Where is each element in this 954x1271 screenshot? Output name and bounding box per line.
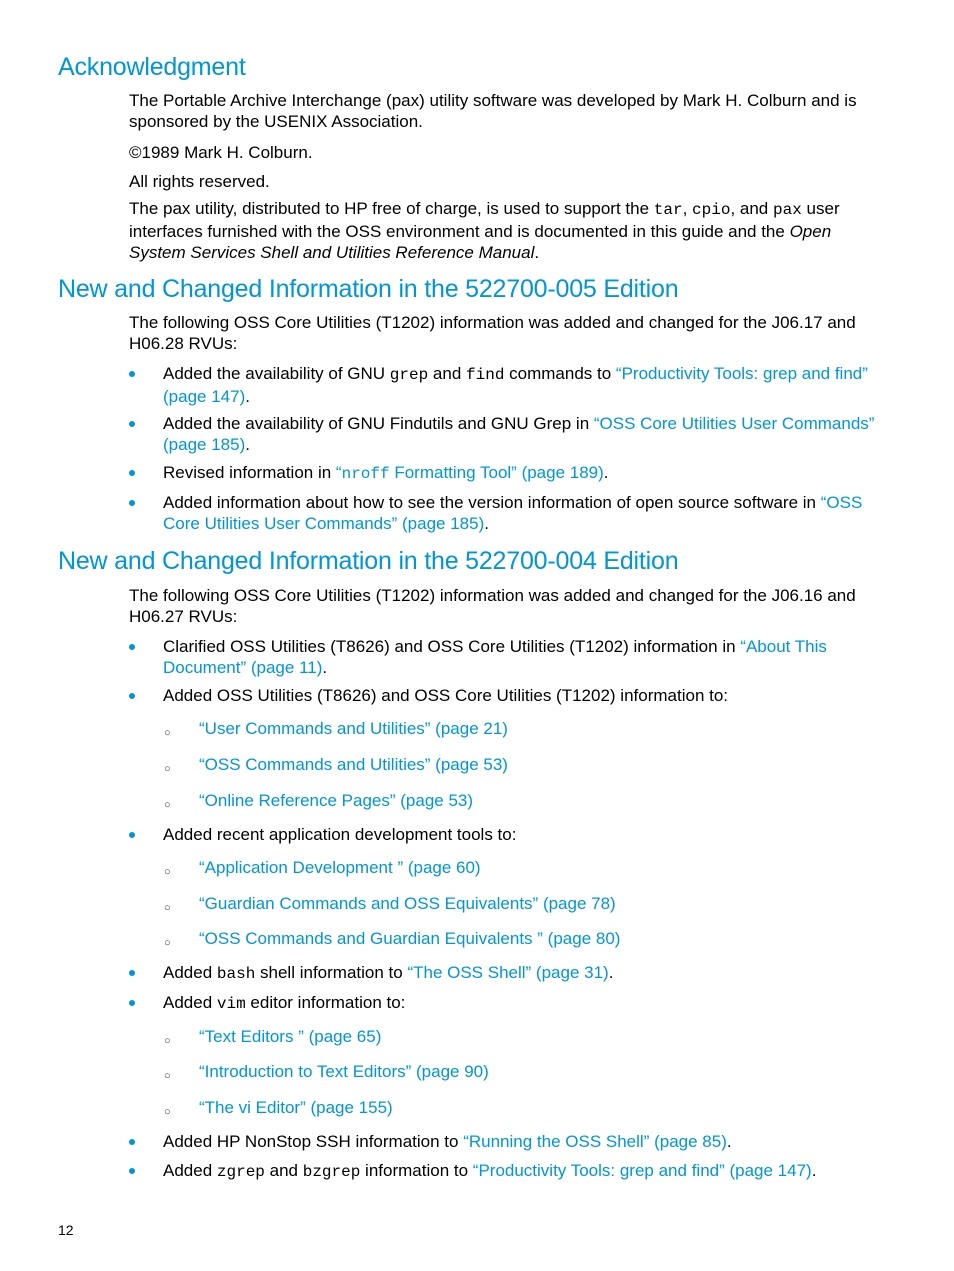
text: , and	[730, 199, 773, 218]
code-bzgrep: bzgrep	[302, 1163, 361, 1181]
heading-edition-004: New and Changed Information in the 52270…	[58, 547, 679, 575]
code-vim: vim	[216, 995, 246, 1013]
code-bash: bash	[216, 965, 256, 983]
ack-paragraph-1: The Portable Archive Interchange (pax) u…	[129, 91, 857, 131]
code-zgrep: zgrep	[216, 1163, 265, 1181]
text: Clarified OSS Utilities (T8626) and OSS …	[163, 637, 741, 656]
text: .	[245, 387, 250, 406]
text: .	[811, 1161, 817, 1180]
code-cpio: cpio	[692, 201, 731, 219]
bullet-icon	[129, 1139, 135, 1145]
ed005-intro: The following OSS Core Utilities (T1202)…	[129, 313, 856, 353]
link-running-oss-shell[interactable]: “Running the OSS Shell” (page 85)	[463, 1132, 727, 1151]
ack-rights: All rights reserved.	[129, 172, 270, 191]
link-text-editors[interactable]: “Text Editors ” (page 65)	[199, 1026, 381, 1047]
code-pax: pax	[773, 201, 802, 219]
text: editor information to:	[245, 993, 406, 1012]
text: Added recent application development too…	[163, 825, 517, 844]
text: information to	[360, 1161, 473, 1180]
page-number: 12	[58, 1222, 74, 1238]
circle-bullet-icon: ○	[164, 866, 171, 878]
bullet-icon	[129, 832, 135, 838]
circle-bullet-icon: ○	[164, 1106, 171, 1118]
circle-bullet-icon: ○	[164, 937, 171, 949]
ack-paragraph-4: The pax utility, distributed to HP free …	[129, 198, 874, 263]
circle-bullet-icon: ○	[164, 902, 171, 914]
link-application-development[interactable]: “Application Development ” (page 60)	[199, 857, 481, 878]
bullet-icon	[129, 421, 135, 427]
link-oss-shell[interactable]: “The OSS Shell” (page 31)	[407, 963, 608, 982]
text: and	[428, 364, 467, 383]
bullet-icon	[129, 693, 135, 699]
link-guardian-commands[interactable]: “Guardian Commands and OSS Equivalents” …	[199, 893, 616, 914]
link-nroff-formatting-tool[interactable]: “nroff Formatting Tool” (page 189)	[336, 463, 604, 483]
text: .	[534, 243, 540, 262]
circle-bullet-icon: ○	[164, 727, 171, 739]
circle-bullet-icon: ○	[164, 1035, 171, 1047]
link-intro-text-editors[interactable]: “Introduction to Text Editors” (page 90)	[199, 1061, 489, 1082]
text: ,	[682, 199, 693, 218]
bullet-icon	[129, 470, 135, 476]
ack-copyright: ©1989 Mark H. Colburn.	[129, 143, 313, 162]
link-oss-commands[interactable]: “OSS Commands and Utilities” (page 53)	[199, 754, 508, 775]
text: Added the availability of GNU Findutils …	[163, 414, 594, 433]
link-productivity-tools[interactable]: “Productivity Tools: grep and find” (pag…	[473, 1161, 812, 1180]
circle-bullet-icon: ○	[164, 763, 171, 775]
bullet-icon	[129, 970, 135, 976]
text: Added information about how to see the v…	[163, 493, 821, 512]
code-tar: tar	[653, 201, 683, 219]
circle-bullet-icon: ○	[164, 799, 171, 811]
code-find: find	[466, 366, 505, 384]
bullet-icon	[129, 371, 135, 377]
circle-bullet-icon: ○	[164, 1070, 171, 1082]
text: .	[322, 658, 328, 677]
text: Added	[163, 963, 217, 982]
text: Added OSS Utilities (T8626) and OSS Core…	[163, 686, 729, 705]
bullet-icon	[129, 644, 135, 650]
text: Added	[163, 993, 217, 1012]
text: Added HP NonStop SSH information to	[163, 1132, 464, 1151]
text: Added the availability of GNU	[163, 364, 390, 383]
text: The pax utility, distributed to HP free …	[129, 199, 654, 218]
link-oss-commands-guardian[interactable]: “OSS Commands and Guardian Equivalents ”…	[199, 928, 620, 949]
text: .	[245, 435, 250, 454]
text: .	[484, 514, 489, 533]
bullet-icon	[129, 1168, 135, 1174]
text: Added	[163, 1161, 217, 1180]
link-online-reference-pages[interactable]: “Online Reference Pages” (page 53)	[199, 790, 473, 811]
text: Revised information in	[163, 463, 336, 482]
text: and	[264, 1161, 303, 1180]
bullet-icon	[129, 500, 135, 506]
bullet-icon	[129, 1000, 135, 1006]
text: .	[608, 963, 614, 982]
link-vi-editor[interactable]: “The vi Editor” (page 155)	[199, 1097, 393, 1118]
heading-edition-005: New and Changed Information in the 52270…	[58, 275, 679, 303]
code-grep: grep	[389, 366, 429, 384]
link-user-commands[interactable]: “User Commands and Utilities” (page 21)	[199, 718, 508, 739]
text: .	[603, 463, 609, 482]
ed004-intro: The following OSS Core Utilities (T1202)…	[129, 586, 856, 626]
text: shell information to	[255, 963, 408, 982]
text: commands to	[504, 364, 616, 383]
text: .	[726, 1132, 732, 1151]
heading-acknowledgment: Acknowledgment	[58, 53, 246, 81]
